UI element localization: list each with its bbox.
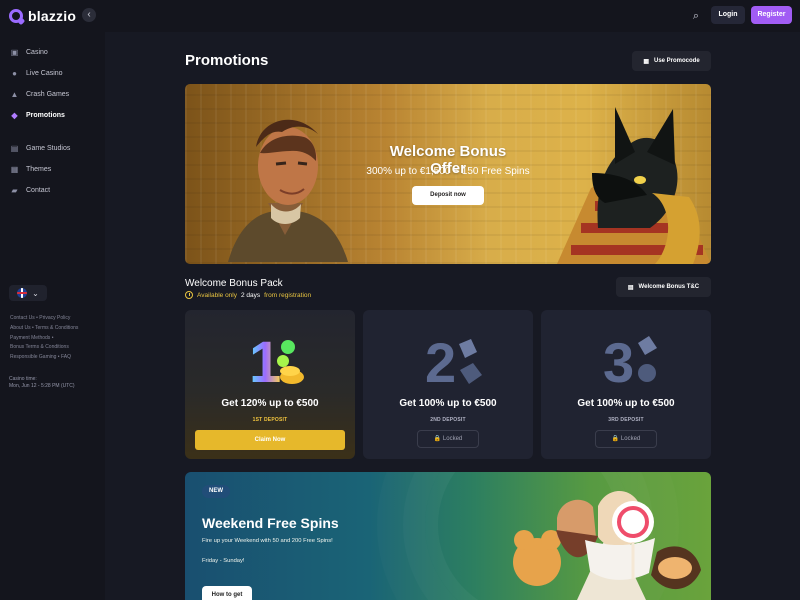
sidebar-item-themes[interactable]: ▦ Themes — [10, 159, 70, 180]
bonus-pack-title: Welcome Bonus Pack — [185, 278, 283, 289]
sidebar-nav: ▣ Casino ● Live Casino ▲ Crash Games ◆ Promo… — [10, 42, 71, 201]
sidebar: ▣ Casino ● Live Casino ▲ Crash Games ◆ Promo… — [0, 32, 105, 600]
grid-icon: ▦ — [643, 58, 649, 65]
footer-link[interactable]: Responsible Gaming — [10, 354, 56, 360]
welcome-bonus-tc-label: Welcome Bonus T&C — [638, 284, 700, 290]
bonus-title: Get 100% up to €500 — [399, 398, 497, 409]
document-icon: ▤ — [627, 284, 634, 291]
casino-time-value: Mon, Jun 12 - 5:28 PM (UTC) — [9, 383, 75, 389]
locked-button: 🔒 Locked — [595, 430, 657, 448]
sidebar-item-contact[interactable]: ▰ Contact — [10, 180, 70, 201]
casino-time-label: Casino time: — [9, 376, 37, 382]
sidebar-item-live-casino[interactable]: ● Live Casino — [10, 63, 70, 84]
first-deposit-art: 1 — [249, 330, 304, 394]
uk-flag-icon — [17, 288, 28, 298]
new-badge: NEW — [202, 485, 230, 498]
footer-link[interactable]: About Us — [10, 325, 31, 331]
language-selector[interactable]: ⌄ — [9, 285, 47, 301]
sidebar-item-label: Themes — [26, 166, 52, 173]
studio-icon: ▤ — [10, 144, 19, 153]
footer-link[interactable]: Terms & Conditions — [35, 325, 78, 331]
deposit-label: 3RD DEPOSIT — [608, 417, 644, 423]
sidebar-item-casino[interactable]: ▣ Casino — [10, 42, 70, 63]
logo-icon — [9, 9, 23, 23]
chevron-down-icon: ⌄ — [32, 288, 39, 298]
top-bar: blazzio ‹ ⌕ Login Register — [0, 0, 800, 32]
footer-link[interactable]: FAQ — [61, 354, 71, 360]
bonus-card-3[interactable]: 3 Get 100% up to €500 3RD DEPOSIT 🔒 Lock… — [541, 310, 711, 459]
sidebar-item-label: Game Studios — [26, 145, 71, 152]
second-deposit-art: 2 — [425, 331, 482, 394]
casino-time: Casino time: Mon, Jun 12 - 5:28 PM (UTC) — [9, 376, 75, 390]
themes-icon: ▦ — [10, 165, 19, 174]
sidebar-item-label: Casino — [26, 49, 48, 56]
welcome-bonus-tc-button[interactable]: ▤ Welcome Bonus T&C — [616, 277, 711, 297]
card-number: 1 — [249, 330, 281, 394]
deposit-now-button[interactable]: Deposit now — [412, 186, 484, 205]
availability-prefix: Available only — [197, 291, 237, 299]
footer-link[interactable]: Payment Methods — [10, 335, 50, 341]
use-promocode-label: Use Promocode — [653, 58, 700, 64]
megaphone-icon: ◆ — [11, 111, 18, 120]
deposit-label: 1ST DEPOSIT — [252, 417, 288, 423]
login-button[interactable]: Login — [711, 6, 745, 24]
sidebar-item-promotions[interactable]: ◆ Promotions — [10, 105, 70, 126]
claim-now-button[interactable]: Claim Now — [195, 430, 345, 450]
clock-icon — [185, 291, 193, 299]
bonus-availability-note: Available only 2 days from registration — [185, 291, 311, 299]
weekend-subtitle: Fire up your Weekend with 50 and 200 Fre… — [202, 538, 333, 544]
anubis-character — [557, 107, 711, 264]
weekend-free-spins-banner[interactable]: NEW Weekend Free Spins Fire up your Week… — [185, 472, 711, 600]
brand-logo[interactable]: blazzio — [9, 8, 76, 24]
bonus-card-1[interactable]: 1 Get 120% up to €500 1ST DEPOSIT Claim … — [185, 310, 355, 459]
card-number: 3 — [603, 331, 634, 394]
locked-label: Locked — [442, 436, 463, 442]
how-to-get-button[interactable]: How to get — [202, 586, 252, 600]
rocket-icon: ▲ — [10, 90, 19, 99]
hero-subtitle: 300% up to €1,500 + 150 Free Spins — [366, 166, 530, 177]
sidebar-item-label: Live Casino — [26, 70, 63, 77]
welcome-bonus-banner[interactable]: Welcome Bonus Offer 300% up to €1,500 + … — [185, 84, 711, 264]
third-deposit-art: 3 — [603, 331, 657, 394]
weekend-days: Friday - Sunday! — [202, 558, 245, 564]
page-title: Promotions — [185, 52, 269, 69]
locked-label: Locked — [620, 436, 641, 442]
slot-characters-art — [513, 490, 701, 600]
chat-icon: ▰ — [11, 186, 18, 195]
footer-links: Contact Us • Privacy Policy About Us • T… — [10, 315, 79, 361]
footer-link[interactable]: Privacy Policy — [39, 315, 70, 321]
availability-days: 2 days — [241, 291, 261, 299]
bonus-title: Get 120% up to €500 — [221, 398, 319, 409]
sidebar-item-game-studios[interactable]: ▤ Game Studios — [10, 138, 71, 159]
bonus-card-2[interactable]: 2 Get 100% up to €500 2ND DEPOSIT 🔒 Lock… — [363, 310, 533, 459]
collapse-sidebar-button[interactable]: ‹ — [82, 8, 96, 22]
sidebar-item-label: Contact — [26, 187, 51, 194]
use-promocode-button[interactable]: ▦ Use Promocode — [632, 51, 711, 71]
person-icon: ● — [12, 69, 17, 78]
card-number: 2 — [425, 331, 456, 394]
footer-link[interactable]: Contact Us — [10, 315, 35, 321]
bonus-title: Get 100% up to €500 — [577, 398, 675, 409]
sidebar-item-crash-games[interactable]: ▲ Crash Games — [10, 84, 70, 105]
sidebar-item-label: Crash Games — [26, 91, 70, 98]
cards-icon: ▣ — [10, 48, 19, 57]
sidebar-item-label: Promotions — [26, 112, 65, 119]
search-icon[interactable]: ⌕ — [688, 8, 704, 24]
weekend-title: Weekend Free Spins — [202, 515, 339, 531]
register-button[interactable]: Register — [751, 6, 792, 24]
deposit-label: 2ND DEPOSIT — [430, 417, 466, 423]
locked-button: 🔒 Locked — [417, 430, 479, 448]
footer-link[interactable]: Bonus Terms & Conditions — [10, 344, 69, 350]
explorer-character — [228, 119, 348, 262]
availability-suffix: from registration — [264, 291, 312, 299]
brand-name: blazzio — [28, 8, 77, 24]
